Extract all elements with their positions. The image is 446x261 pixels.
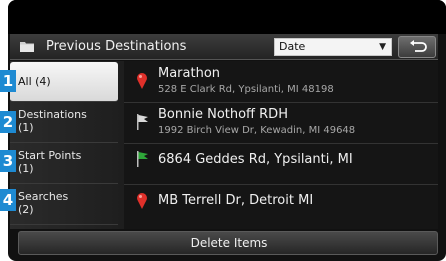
tab-searches-label: Searches — [18, 190, 69, 203]
tab-searches-count: (2) — [18, 203, 34, 216]
red-pin-icon — [137, 73, 147, 89]
list-divider — [124, 184, 438, 185]
folder-icon — [20, 42, 34, 52]
screen: Previous Destinations Date ▼ All (4) 1 D… — [0, 0, 446, 261]
tab-start-points-count: (1) — [18, 162, 34, 175]
delete-items-label: Delete Items — [190, 236, 268, 250]
dropdown-arrow-icon: ▼ — [379, 42, 386, 52]
red-pin-icon — [137, 193, 147, 209]
page-title: Previous Destinations — [46, 39, 187, 54]
tab-destinations[interactable]: Destinations (1) — [10, 103, 118, 143]
sort-value: Date — [279, 40, 306, 53]
back-arrow-icon — [410, 40, 427, 52]
marker-3: 3 — [0, 150, 16, 172]
list-divider — [124, 102, 438, 103]
list-divider — [124, 143, 438, 144]
top-strip — [8, 0, 446, 34]
white-flag-icon — [137, 114, 148, 130]
back-button[interactable] — [398, 36, 436, 58]
tab-all[interactable]: All (4) — [10, 62, 118, 102]
green-flag-icon — [137, 151, 148, 167]
item-address: 1992 Birch View Dr, Kewadin, MI 49648 — [158, 125, 356, 136]
item-title: Marathon — [158, 66, 221, 81]
item-title: 6864 Geddes Rd, Ypsilanti, MI — [158, 152, 353, 167]
item-title: Bonnie Nothoff RDH — [158, 107, 288, 122]
tab-start-points-label: Start Points — [18, 149, 82, 162]
item-title: MB Terrell Dr, Detroit MI — [158, 193, 314, 208]
tab-searches[interactable]: Searches (2) — [10, 185, 118, 225]
tab-destinations-label: Destinations — [18, 108, 87, 121]
marker-4: 4 — [0, 189, 16, 211]
delete-items-button[interactable]: Delete Items — [18, 231, 438, 255]
item-address: 528 E Clark Rd, Ypsilanti, MI 48198 — [158, 84, 334, 95]
tab-destinations-count: (1) — [18, 121, 34, 134]
marker-1: 1 — [0, 70, 16, 92]
tab-start-points[interactable]: Start Points (1) — [10, 144, 118, 184]
tab-all-label: All (4) — [18, 75, 51, 88]
sort-dropdown[interactable]: Date ▼ — [274, 38, 392, 56]
marker-2: 2 — [0, 111, 16, 133]
